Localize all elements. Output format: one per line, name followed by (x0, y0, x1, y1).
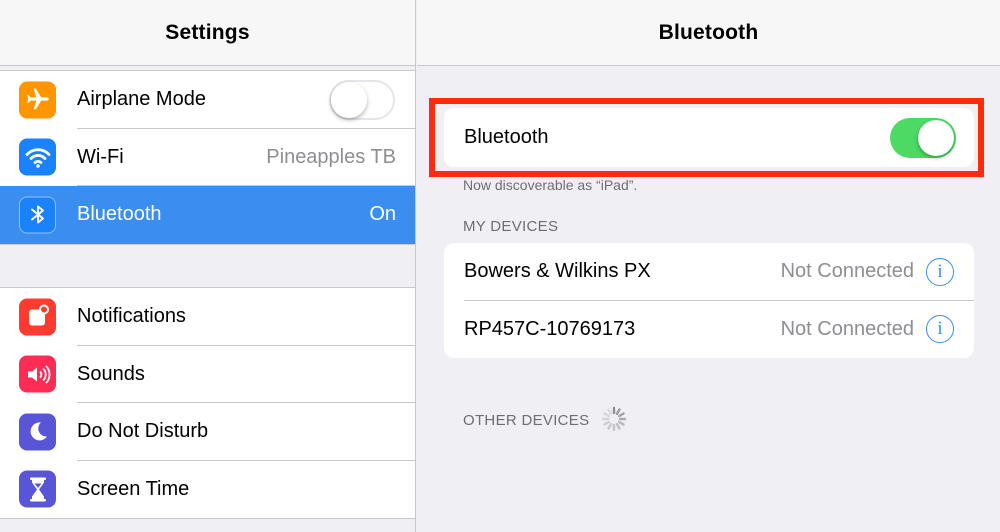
sidebar-item-screen-time[interactable]: Screen Time (0, 461, 415, 519)
moon-icon (19, 413, 56, 451)
info-icon[interactable]: i (926, 257, 954, 286)
hourglass-icon (19, 470, 56, 508)
device-row[interactable]: Bowers & Wilkins PX Not Connected i (444, 243, 974, 301)
sidebar-item-bluetooth[interactable]: Bluetooth On (0, 186, 415, 244)
sidebar-item-label: Screen Time (77, 477, 190, 500)
sidebar-item-wifi[interactable]: Wi-Fi Pineapples TB (0, 129, 415, 186)
toggle-knob (331, 81, 367, 118)
highlight-box (429, 98, 984, 177)
settings-title: Settings (165, 20, 250, 44)
device-status: Not Connected (780, 260, 914, 283)
device-name: Bowers & Wilkins PX (464, 260, 651, 283)
my-devices-header: MY DEVICES (463, 218, 559, 235)
device-name: RP457C-10769173 (464, 317, 636, 340)
bluetooth-page-title: Bluetooth (658, 20, 759, 44)
sidebar-item-label: Do Not Disturb (77, 420, 209, 443)
sidebar-item-label: Notifications (77, 305, 186, 328)
sidebar-item-notifications[interactable]: Notifications (0, 288, 415, 346)
device-status: Not Connected (780, 317, 914, 340)
sidebar-item-label: Wi-Fi (77, 145, 124, 168)
bluetooth-nav-bar: Bluetooth (417, 0, 1000, 66)
info-icon[interactable]: i (926, 315, 954, 344)
sidebar-item-label: Sounds (77, 362, 145, 385)
sidebar-item-label: Bluetooth (77, 203, 162, 226)
settings-group-connectivity: Airplane Mode Wi-Fi Pineapples TB Blueto… (0, 70, 415, 245)
wifi-network-value: Pineapples TB (266, 145, 396, 168)
sidebar-item-label: Airplane Mode (77, 88, 206, 111)
loading-spinner-icon (601, 406, 627, 432)
notifications-icon (19, 298, 56, 336)
bluetooth-status-value: On (369, 203, 396, 226)
airplane-icon (19, 81, 56, 119)
bluetooth-detail-pane: Bluetooth Bluetooth Now discoverable as … (417, 0, 1000, 532)
sidebar-item-sounds[interactable]: Sounds (0, 346, 415, 403)
settings-nav-bar: Settings (0, 0, 415, 66)
other-devices-header: OTHER DEVICES (463, 412, 590, 429)
my-devices-list: Bowers & Wilkins PX Not Connected i RP45… (444, 243, 974, 358)
sidebar-item-airplane-mode[interactable]: Airplane Mode (0, 71, 415, 129)
bluetooth-icon (19, 196, 56, 234)
discoverable-note: Now discoverable as “iPad”. (463, 177, 638, 193)
device-row[interactable]: RP457C-10769173 Not Connected i (444, 301, 974, 359)
sidebar-item-do-not-disturb[interactable]: Do Not Disturb (0, 403, 415, 461)
settings-group-general: Notifications Sounds Do Not Disturb Scre… (0, 287, 415, 519)
airplane-mode-toggle[interactable] (329, 79, 395, 120)
wifi-icon (19, 138, 56, 176)
sounds-icon (19, 355, 56, 393)
settings-sidebar: Settings Airplane Mode Wi-Fi Pineapples … (0, 0, 416, 532)
